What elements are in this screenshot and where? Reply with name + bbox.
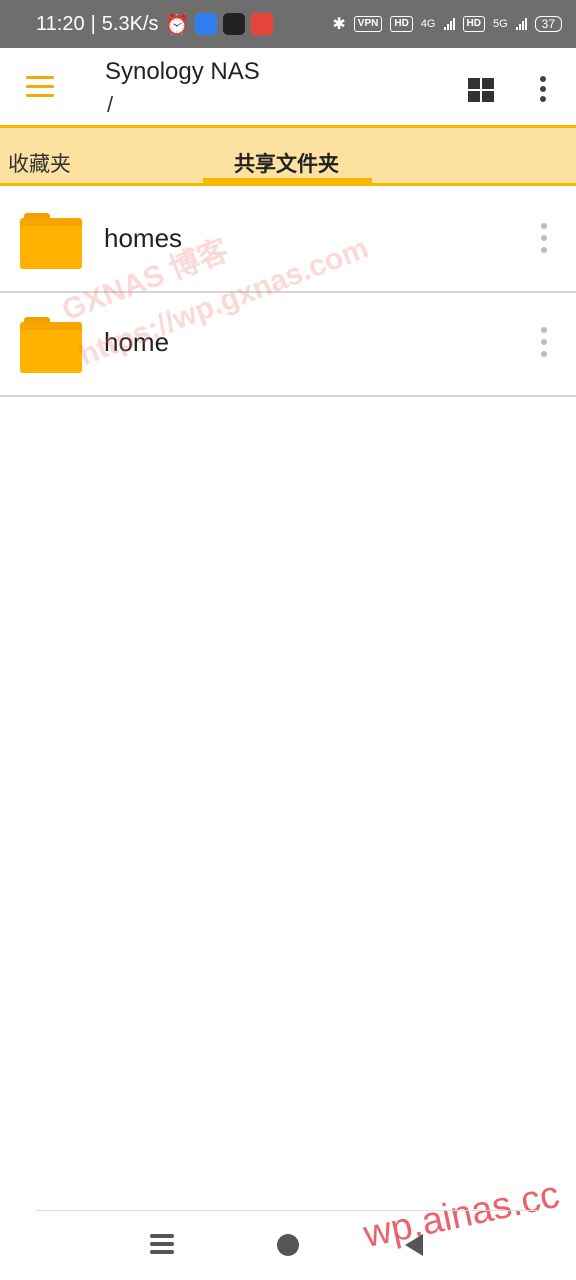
corner-watermark: wp.ainas.cc xyxy=(360,1173,563,1257)
nav-divider xyxy=(36,1210,540,1211)
app-notification-icon xyxy=(195,13,218,35)
more-options-icon[interactable] xyxy=(534,76,552,102)
app-bar: Synology NAS / xyxy=(0,48,576,128)
status-time: 11:20 xyxy=(36,12,85,35)
tab-favorites[interactable]: 收藏夹 xyxy=(8,148,71,178)
status-left: 11:20 | 5.3K/s ⏰ xyxy=(36,12,274,37)
status-divider: | xyxy=(90,12,96,35)
bluetooth-icon: ✱ xyxy=(332,16,346,33)
hd-badge: HD xyxy=(462,16,485,32)
current-path: / xyxy=(107,92,114,117)
signal-icon xyxy=(515,18,527,30)
app-notification-icon xyxy=(223,13,246,35)
network-type-label: 5G xyxy=(492,18,508,30)
item-more-icon[interactable] xyxy=(540,327,548,359)
app-title: Synology NAS xyxy=(105,58,260,85)
status-bar: 11:20 | 5.3K/s ⏰ ✱ VPN HD 4G HD 5G 37 xyxy=(0,0,576,48)
back-icon[interactable] xyxy=(405,1234,423,1256)
item-more-icon[interactable] xyxy=(540,223,548,255)
battery-icon: 37 xyxy=(534,16,562,32)
grid-view-icon[interactable] xyxy=(466,76,496,104)
home-icon[interactable] xyxy=(277,1234,299,1256)
alarm-icon: ⏰ xyxy=(164,13,190,36)
list-item[interactable]: homes xyxy=(0,189,576,293)
folder-name: home xyxy=(104,327,170,357)
status-right: ✱ VPN HD 4G HD 5G 37 xyxy=(332,14,562,34)
signal-icon xyxy=(443,18,455,30)
status-net-speed: 5.3K/s xyxy=(101,12,159,35)
active-tab-indicator xyxy=(203,178,372,183)
hd-badge: HD xyxy=(390,16,413,32)
tab-shared-folders[interactable]: 共享文件夹 xyxy=(234,148,339,178)
network-type-label: 4G xyxy=(420,18,436,30)
vpn-badge: VPN xyxy=(353,16,383,32)
app-notification-icon xyxy=(251,13,274,35)
tab-bar: 收藏夹 共享文件夹 xyxy=(0,128,576,186)
folder-icon xyxy=(20,213,82,269)
menu-button[interactable] xyxy=(24,74,58,102)
list-item[interactable]: home xyxy=(0,293,576,397)
folder-icon xyxy=(20,317,82,373)
folder-name: homes xyxy=(104,223,183,253)
recents-icon[interactable] xyxy=(150,1234,174,1256)
